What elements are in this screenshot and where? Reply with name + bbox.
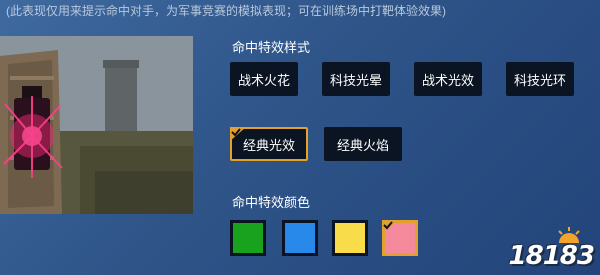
hit-style-option-tech-ring[interactable]: 科技光环 [506,62,574,96]
color-swatch-yellow[interactable] [332,220,368,256]
effect-note: (此表现仅用来提示命中对手，为军事竞赛的模拟表现；可在训练场中打靶体验效果) [6,4,446,18]
hit-style-option-label: 科技光环 [513,72,566,88]
checkmark-icon [382,220,398,234]
hit-style-option-label: 科技光晕 [329,72,382,88]
color-swatch-green[interactable] [230,220,266,256]
hit-style-title: 命中特效样式 [232,40,311,55]
hit-style-option-tech-halo[interactable]: 科技光晕 [322,62,390,96]
hit-style-option-classic-light[interactable]: 经典光效 [230,127,308,161]
checkmark-icon [230,127,246,141]
watermark-logo: 18183 [508,241,595,271]
hit-style-option-tactical-light[interactable]: 战术光效 [414,62,482,96]
effect-preview-image [0,36,193,214]
hit-style-option-label: 战术光效 [421,72,474,88]
hit-style-option-label: 经典光效 [242,137,295,153]
color-swatch-pink[interactable] [382,220,418,256]
hit-color-title: 命中特效颜色 [232,195,311,210]
hit-style-option-classic-flame[interactable]: 经典火焰 [324,127,402,161]
color-swatch-blue[interactable] [282,220,318,256]
hit-style-option-label: 战术火花 [237,72,290,88]
hit-style-option-label: 经典火焰 [336,137,389,153]
hit-style-option-tactical-spark[interactable]: 战术火花 [230,62,298,96]
